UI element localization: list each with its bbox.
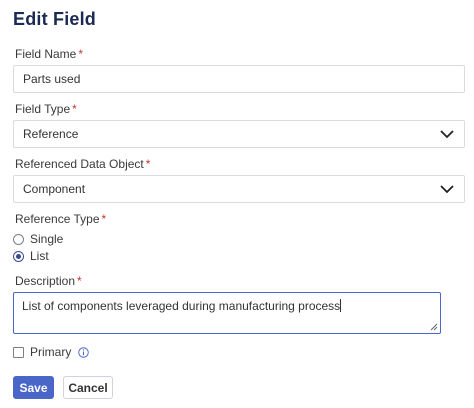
field-type-label: Field Type * xyxy=(15,102,77,116)
primary-label: Primary xyxy=(30,345,72,359)
referenced-object-select[interactable]: Component xyxy=(13,175,465,203)
dialog-title: Edit Field xyxy=(13,9,96,29)
required-marker: * xyxy=(77,274,82,288)
required-marker: * xyxy=(78,47,84,61)
chevron-down-icon xyxy=(440,185,454,194)
field-type-label-text: Field Type xyxy=(15,102,71,116)
referenced-object-label-text: Referenced Data Object xyxy=(15,157,144,171)
resize-handle-icon[interactable] xyxy=(430,323,438,331)
description-textarea[interactable]: List of components leveraged during manu… xyxy=(13,292,441,334)
radio-single-label: Single xyxy=(30,232,64,246)
required-marker: * xyxy=(101,212,107,226)
description-label: Description * xyxy=(15,274,82,288)
cancel-button[interactable]: Cancel xyxy=(63,376,113,399)
field-name-label: Field Name * xyxy=(15,47,83,61)
reference-type-label-text: Reference Type xyxy=(15,212,100,226)
chevron-down-icon xyxy=(440,130,454,139)
reference-type-label: Reference Type * xyxy=(15,212,106,226)
referenced-object-label: Referenced Data Object * xyxy=(15,157,150,171)
referenced-object-value: Component xyxy=(23,182,86,196)
description-value: List of components leveraged during manu… xyxy=(22,299,341,313)
field-type-value: Reference xyxy=(23,127,79,141)
field-name-label-text: Field Name xyxy=(15,47,77,61)
radio-list-button[interactable] xyxy=(13,250,24,262)
radio-single[interactable]: Single xyxy=(13,231,63,247)
save-button[interactable]: Save xyxy=(13,376,54,399)
field-name-value: Parts used xyxy=(23,72,81,86)
primary-checkbox[interactable] xyxy=(13,346,24,358)
required-marker: * xyxy=(145,157,151,171)
text-caret xyxy=(340,299,342,312)
primary-row[interactable]: Primary xyxy=(13,345,90,359)
radio-list-label: List xyxy=(30,249,49,263)
field-name-input[interactable]: Parts used xyxy=(13,65,465,93)
radio-single-button[interactable] xyxy=(13,233,24,245)
field-type-select[interactable]: Reference xyxy=(13,120,465,148)
required-marker: * xyxy=(72,102,77,116)
radio-list[interactable]: List xyxy=(13,248,49,264)
info-icon[interactable] xyxy=(78,346,90,358)
description-label-text: Description xyxy=(15,274,76,288)
